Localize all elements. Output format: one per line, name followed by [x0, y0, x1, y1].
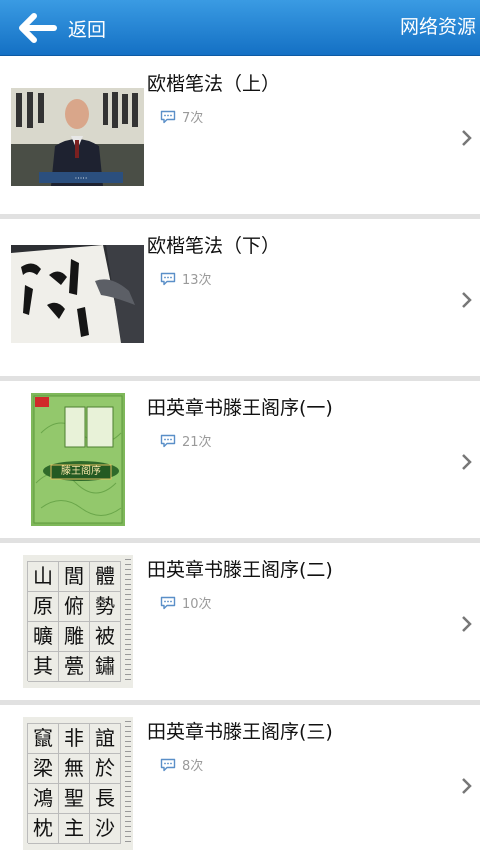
- comment-count: 10次: [160, 593, 212, 612]
- comment-icon: [160, 596, 176, 609]
- grid-char: 沙: [90, 814, 121, 844]
- comment-count: 21次: [160, 431, 212, 450]
- grid-char: 聖: [59, 784, 90, 814]
- grid-char: 非: [59, 724, 90, 754]
- grid-char: 枕: [28, 814, 59, 844]
- chevron-right-icon: [462, 454, 472, 470]
- svg-text:·····: ·····: [75, 174, 88, 183]
- video-list: ····· 欧楷笔法（上） 7次 欧楷笔法（下） 13次 滕王阁序 田英章书滕王…: [0, 57, 480, 862]
- count-value: 8次: [182, 759, 204, 774]
- ruler-strip: [125, 721, 131, 845]
- calligraphy-grid: 山 閭 體 原 俯 勢 曠 雕 被 其 甍 鏽: [27, 561, 121, 682]
- count-value: 10次: [182, 597, 212, 612]
- chevron-right-icon: [462, 778, 472, 794]
- grid-char: 閭: [59, 562, 90, 592]
- back-button[interactable]: 返回: [18, 10, 106, 46]
- video-thumbnail: [11, 245, 144, 343]
- calligraphy-grid: 竄 非 誼 梁 無 於 鴻 聖 長 枕 主 沙: [27, 723, 121, 844]
- list-item[interactable]: 欧楷笔法（下） 13次: [0, 219, 480, 376]
- comment-icon: [160, 272, 176, 285]
- chevron-right-icon: [462, 130, 472, 146]
- item-title: 田英章书滕王阁序(二): [147, 559, 333, 581]
- book-title-label: 滕王阁序: [61, 466, 101, 477]
- grid-char: 雕: [59, 622, 90, 652]
- back-label: 返回: [68, 18, 107, 41]
- count-value: 21次: [182, 435, 212, 450]
- comment-icon: [160, 110, 176, 123]
- comment-count: 7次: [160, 107, 203, 126]
- grid-char: 俯: [59, 592, 90, 622]
- video-thumbnail: ·····: [11, 88, 144, 186]
- grid-char: 曠: [28, 622, 59, 652]
- comment-count: 8次: [160, 755, 203, 774]
- item-title: 田英章书滕王阁序(一): [147, 397, 333, 419]
- chevron-right-icon: [462, 616, 472, 632]
- comment-icon: [160, 758, 176, 771]
- grid-char: 竄: [28, 724, 59, 754]
- comment-icon: [160, 434, 176, 447]
- item-title: 欧楷笔法（下）: [147, 235, 281, 257]
- grid-char: 長: [90, 784, 121, 814]
- grid-char: 勢: [90, 592, 121, 622]
- grid-char: 體: [90, 562, 121, 592]
- item-title: 欧楷笔法（上）: [147, 73, 281, 95]
- list-item[interactable]: ····· 欧楷笔法（上） 7次: [0, 57, 480, 214]
- list-item[interactable]: 滕王阁序 田英章书滕王阁序(一) 21次: [0, 381, 480, 538]
- count-value: 13次: [182, 273, 212, 288]
- grid-char: 鏽: [90, 652, 121, 682]
- network-resources-button[interactable]: 网络资源: [400, 12, 476, 39]
- top-bar: 返回 网络资源: [0, 0, 480, 56]
- grid-char: 主: [59, 814, 90, 844]
- grid-char: 山: [28, 562, 59, 592]
- calligraphy-thumbnail: 竄 非 誼 梁 無 於 鴻 聖 長 枕 主 沙: [23, 717, 133, 850]
- grid-char: 於: [90, 754, 121, 784]
- grid-char: 誼: [90, 724, 121, 754]
- chevron-right-icon: [462, 292, 472, 308]
- grid-char: 被: [90, 622, 121, 652]
- grid-char: 甍: [59, 652, 90, 682]
- grid-char: 無: [59, 754, 90, 784]
- list-item[interactable]: 竄 非 誼 梁 無 於 鴻 聖 長 枕 主 沙 田英章书滕王阁序(三) 8次: [0, 705, 480, 862]
- ruler-strip: [125, 559, 131, 683]
- comment-count: 13次: [160, 269, 212, 288]
- grid-char: 其: [28, 652, 59, 682]
- back-arrow-icon: [19, 13, 57, 43]
- book-thumbnail: 滕王阁序: [31, 393, 125, 526]
- calligraphy-thumbnail: 山 閭 體 原 俯 勢 曠 雕 被 其 甍 鏽: [23, 555, 133, 688]
- count-value: 7次: [182, 111, 204, 126]
- grid-char: 梁: [28, 754, 59, 784]
- list-item[interactable]: 山 閭 體 原 俯 勢 曠 雕 被 其 甍 鏽 田英章书滕王阁序(二) 10次: [0, 543, 480, 700]
- grid-char: 原: [28, 592, 59, 622]
- grid-char: 鴻: [28, 784, 59, 814]
- item-title: 田英章书滕王阁序(三): [147, 721, 333, 743]
